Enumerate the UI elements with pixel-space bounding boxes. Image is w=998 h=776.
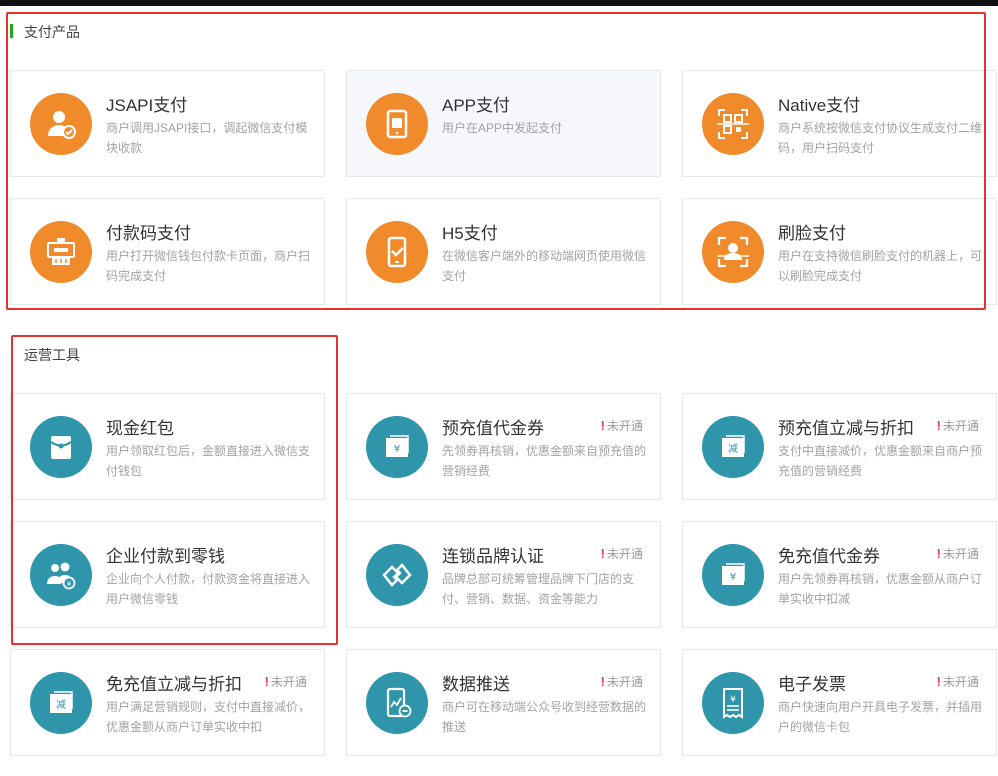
status-badge-text: 未开通 xyxy=(606,419,643,433)
status-badge-text: 未开通 xyxy=(942,675,979,689)
discount-icon: 减 xyxy=(30,672,92,734)
card-title: 预充值代金券 xyxy=(442,419,544,438)
warning-icon: ! xyxy=(600,674,605,689)
section-title-operations: 运营工具 xyxy=(24,345,80,365)
card-prepaid-discount[interactable]: 减 预充值立减与折扣 ! 未开通 支付中直接减价，优惠金额来自商户预充值的营销经费 xyxy=(682,393,997,500)
card-desc: 品牌总部可统筹管理品牌下门店的支付、营销、数据、资金等能力 xyxy=(442,572,635,606)
card-e-invoice[interactable]: ¥ 电子发票 ! 未开通 商户快速向用户开具电子发票，并插用户的微信卡包 xyxy=(682,649,997,756)
status-badge: ! 未开通 xyxy=(937,417,979,434)
status-badge: ! 未开通 xyxy=(601,545,643,562)
card-desc: 用户打开微信钱包付款卡页面，商户扫码完成支付 xyxy=(106,249,311,283)
qr-code-icon xyxy=(702,93,764,155)
card-enterprise-payment[interactable]: ¥ 企业付款到零钱 企业向个人付款，付款资金将直接进入用户微信零钱 xyxy=(10,521,325,628)
status-badge: ! 未开通 xyxy=(601,417,643,434)
card-payment-code-pay[interactable]: 付款码支付 用户打开微信钱包付款卡页面，商户扫码完成支付 xyxy=(10,198,325,305)
mobile-check-icon xyxy=(366,221,428,283)
warning-icon: ! xyxy=(936,418,941,433)
card-desc: 商户可在移动端公众号收到经营数据的推送 xyxy=(442,700,647,734)
card-desc: 商户系统按微信支付协议生成支付二维码，用户扫码支付 xyxy=(778,121,983,155)
card-native-pay[interactable]: Native支付 商户系统按微信支付协议生成支付二维码，用户扫码支付 xyxy=(682,70,997,177)
card-chain-brand-certification[interactable]: 连锁品牌认证 ! 未开通 品牌总部可统筹管理品牌下门店的支付、营销、数据、资金等能… xyxy=(346,521,661,628)
svg-text:减: 减 xyxy=(56,699,66,711)
coupon-yuan-icon: ¥ xyxy=(366,416,428,478)
app-phone-icon xyxy=(366,93,428,155)
card-title: 预充值立减与折扣 xyxy=(778,419,914,438)
e-invoice-icon: ¥ xyxy=(702,672,764,734)
data-push-icon xyxy=(366,672,428,734)
user-check-icon xyxy=(30,93,92,155)
svg-text:¥: ¥ xyxy=(730,695,736,705)
card-jsapi-pay[interactable]: JSAPI支付 商户调用JSAPI接口，调起微信支付模块收款 xyxy=(10,70,325,177)
chain-brand-icon xyxy=(366,544,428,606)
status-badge: ! 未开通 xyxy=(601,673,643,690)
status-badge-text: 未开通 xyxy=(606,547,643,561)
card-title: H5支付 xyxy=(442,224,498,243)
card-prepaid-coupon[interactable]: ¥ 预充值代金券 ! 未开通 先领券再核销，优惠金额来自预充值的营销经费 xyxy=(346,393,661,500)
status-badge-text: 未开通 xyxy=(606,675,643,689)
svg-text:¥: ¥ xyxy=(67,580,72,588)
warning-icon: ! xyxy=(936,674,941,689)
warning-icon: ! xyxy=(600,418,605,433)
section-title-payment: 支付产品 xyxy=(10,22,80,42)
card-title: 数据推送 xyxy=(442,675,510,694)
svg-text:减: 减 xyxy=(728,443,738,455)
svg-text:¥: ¥ xyxy=(730,572,736,583)
card-desc: 企业向个人付款，付款资金将直接进入用户微信零钱 xyxy=(106,572,311,606)
section-accent-bar xyxy=(10,24,13,38)
status-badge-text: 未开通 xyxy=(270,675,307,689)
card-app-pay[interactable]: APP支付 用户在APP中发起支付 xyxy=(346,70,661,177)
card-desc: 在微信客户端外的移动端网页使用微信支付 xyxy=(442,249,647,283)
card-desc: 用户在APP中发起支付 xyxy=(442,121,563,135)
card-title: 连锁品牌认证 xyxy=(442,547,544,566)
card-title: 现金红包 xyxy=(106,419,174,438)
card-title: 企业付款到零钱 xyxy=(106,547,225,566)
card-desc: 商户调用JSAPI接口，调起微信支付模块收款 xyxy=(106,121,308,155)
card-desc: 先领券再核销，优惠金额来自预充值的营销经费 xyxy=(442,444,647,478)
section-title-text: 支付产品 xyxy=(24,24,80,40)
card-title: 免充值立减与折扣 xyxy=(106,675,242,694)
card-desc: 支付中直接减价，优惠金额来自商户预充值的营销经费 xyxy=(778,444,983,478)
card-title: 刷脸支付 xyxy=(778,224,846,243)
card-desc: 用户满足营销规则，支付中直接减价，优惠金额从商户订单实收中扣 xyxy=(106,700,311,734)
svg-text:¥: ¥ xyxy=(394,444,400,455)
face-scan-icon xyxy=(702,221,764,283)
card-title: Native支付 xyxy=(778,96,861,115)
card-title: 电子发票 xyxy=(778,675,846,694)
card-data-push[interactable]: 数据推送 ! 未开通 商户可在移动端公众号收到经营数据的推送 xyxy=(346,649,661,756)
card-desc: 用户领取红包后，金额直接进入微信支付钱包 xyxy=(106,444,311,478)
coupon-yuan-icon: ¥ xyxy=(702,544,764,606)
top-bar xyxy=(0,0,998,6)
status-badge-text: 未开通 xyxy=(942,547,979,561)
card-title: JSAPI支付 xyxy=(106,96,188,115)
card-title: 付款码支付 xyxy=(106,224,191,243)
card-desc: 用户先领券再核销，优惠金额从商户订单实收中扣减 xyxy=(778,572,983,606)
card-h5-pay[interactable]: H5支付 在微信客户端外的移动端网页使用微信支付 xyxy=(346,198,661,305)
warning-icon: ! xyxy=(936,546,941,561)
warning-icon: ! xyxy=(600,546,605,561)
card-title: APP支付 xyxy=(442,96,511,115)
red-envelope-icon xyxy=(30,416,92,478)
status-badge-text: 未开通 xyxy=(942,419,979,433)
card-cash-red-envelope[interactable]: 现金红包 用户领取红包后，金额直接进入微信支付钱包 xyxy=(10,393,325,500)
card-face-pay[interactable]: 刷脸支付 用户在支持微信刷脸支付的机器上，可以刷脸完成支付 xyxy=(682,198,997,305)
status-badge: ! 未开通 xyxy=(265,673,307,690)
status-badge: ! 未开通 xyxy=(937,673,979,690)
group-payment-icon: ¥ xyxy=(30,544,92,606)
card-free-charge-coupon[interactable]: ¥ 免充值代金券 ! 未开通 用户先领券再核销，优惠金额从商户订单实收中扣减 xyxy=(682,521,997,628)
pos-terminal-icon xyxy=(30,221,92,283)
discount-icon: 减 xyxy=(702,416,764,478)
status-badge: ! 未开通 xyxy=(937,545,979,562)
card-title: 免充值代金券 xyxy=(778,547,880,566)
card-free-charge-discount[interactable]: 减 免充值立减与折扣 ! 未开通 用户满足营销规则，支付中直接减价，优惠金额从商户… xyxy=(10,649,325,756)
section-title-text: 运营工具 xyxy=(24,347,80,363)
warning-icon: ! xyxy=(264,674,269,689)
card-desc: 商户快速向用户开具电子发票，并插用户的微信卡包 xyxy=(778,700,983,734)
card-desc: 用户在支持微信刷脸支付的机器上，可以刷脸完成支付 xyxy=(778,249,983,283)
